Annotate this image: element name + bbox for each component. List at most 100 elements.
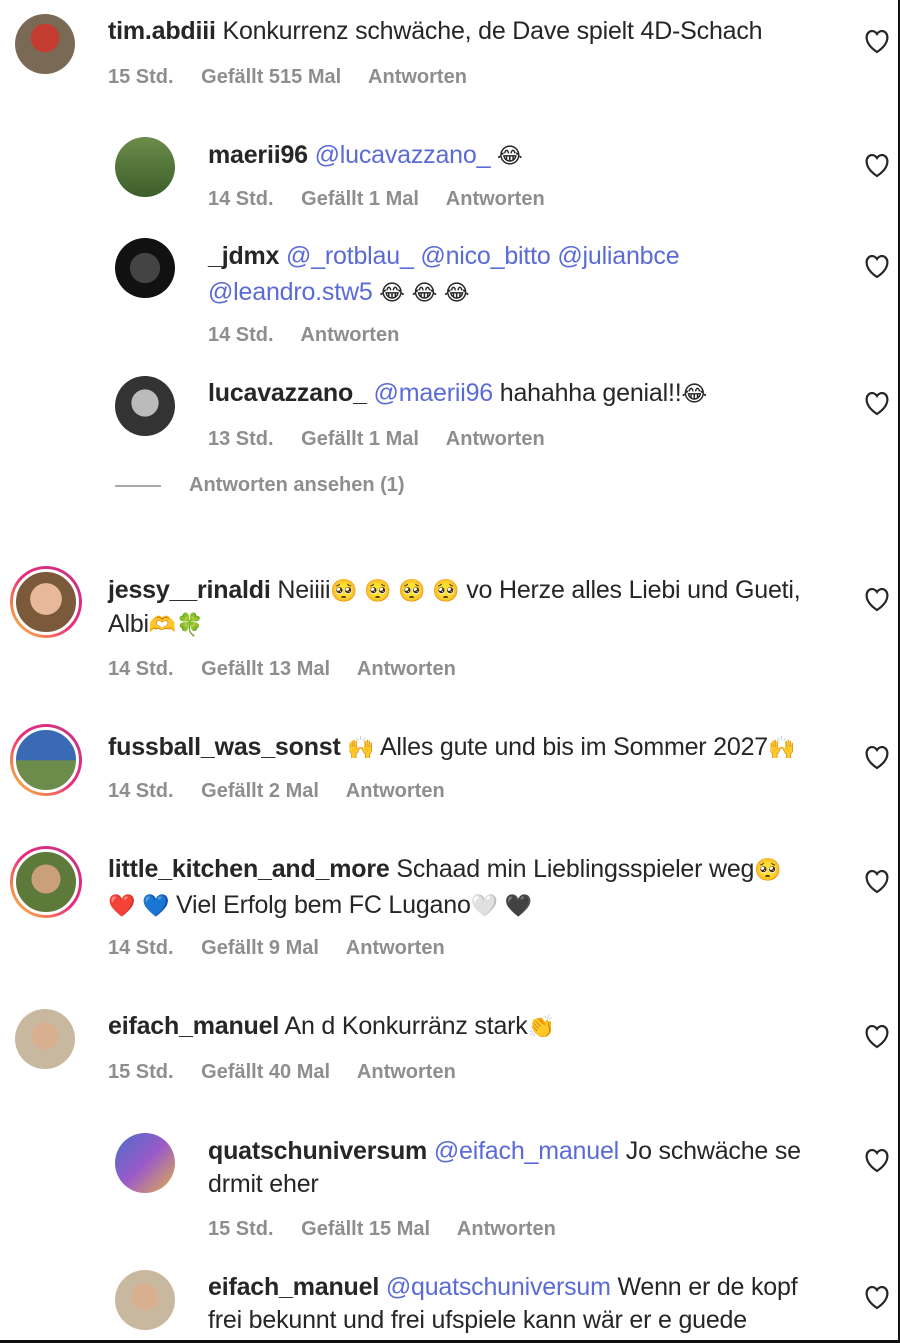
comment-meta: 15 Std. Gefällt 15 Mal Antworten	[208, 1218, 578, 1241]
comment-body: An d Konkurränz stark	[284, 1012, 528, 1040]
comment-likes[interactable]: Gefällt 2 Mal	[201, 780, 319, 802]
heart-outline-icon[interactable]	[864, 154, 890, 178]
reply-button[interactable]: Antworten	[446, 428, 545, 450]
avatar[interactable]	[10, 846, 82, 918]
comment-body: Albi	[108, 610, 149, 638]
emoji: 😂	[681, 382, 707, 407]
mention-link[interactable]: @quatschuniversum	[386, 1273, 611, 1301]
comment-body: frei bekunnt und frei ufspiele kann wär …	[208, 1306, 747, 1334]
comment-body: hahahha genial!!	[499, 379, 682, 407]
avatar-image	[13, 569, 79, 635]
reply-button[interactable]: Antworten	[300, 324, 399, 346]
comment-time: 14 Std.	[108, 780, 174, 802]
comment-body: vo Herze alles Liebi und Gueti,	[466, 576, 801, 604]
mention-link[interactable]: @lucavazzano_	[315, 141, 491, 169]
avatar[interactable]	[15, 1009, 75, 1069]
comment-text: eifach_manuel An d Konkurränz stark👏	[108, 1009, 555, 1045]
comment-username[interactable]: maerii96	[208, 141, 308, 169]
emoji: 🥺 🥺 🥺 🥺	[330, 579, 460, 604]
mention-link[interactable]: @_rotblau_ @nico_bitto @julianbce	[286, 242, 680, 270]
comment-meta: 14 Std. Gefällt 9 Mal Antworten	[108, 937, 467, 960]
comment-body: Schaad min Lieblingsspieler weg	[396, 855, 755, 883]
emoji: 🥺	[754, 858, 782, 883]
comment-text: eifach_manuel @quatschuniversum Wenn er …	[208, 1270, 798, 1305]
mention-link[interactable]: @maerii96	[374, 379, 494, 407]
comment-meta: 14 Std. Gefällt 2 Mal Antworten	[108, 780, 467, 803]
reply-button[interactable]: Antworten	[346, 780, 445, 802]
avatar[interactable]	[10, 724, 82, 796]
comment-body: Neiiii	[277, 576, 331, 604]
avatar[interactable]	[115, 238, 175, 298]
comment-likes[interactable]: Gefällt 1 Mal	[301, 428, 419, 450]
comment-username[interactable]: _jdmx	[208, 242, 279, 270]
reply-button[interactable]: Antworten	[357, 1061, 456, 1083]
avatar[interactable]	[115, 1133, 175, 1193]
comment-likes[interactable]: Gefällt 40 Mal	[201, 1061, 330, 1083]
emoji: 🤍 🖤	[470, 894, 532, 919]
heart-outline-icon[interactable]	[864, 588, 890, 612]
comment-text: quatschuniversum @eifach_manuel Jo schwä…	[208, 1134, 801, 1169]
comment-time: 14 Std.	[208, 188, 274, 210]
emoji: 🫶🍀	[148, 613, 204, 638]
comment-likes[interactable]: Gefällt 9 Mal	[201, 937, 319, 959]
reply-button[interactable]: Antworten	[368, 66, 467, 88]
comment-username[interactable]: quatschuniversum	[208, 1137, 427, 1165]
comment-time: 14 Std.	[208, 324, 274, 346]
comment-username[interactable]: eifach_manuel	[208, 1273, 379, 1301]
comment-meta: 15 Std. Gefällt 515 Mal Antworten	[108, 66, 489, 89]
reply-button[interactable]: Antworten	[357, 658, 456, 680]
mention-link[interactable]: @leandro.stw5	[208, 278, 373, 306]
comment-likes[interactable]: Gefällt 13 Mal	[201, 658, 330, 680]
comment-username[interactable]: fussball_was_sonst	[108, 733, 341, 761]
comment-username[interactable]: little_kitchen_and_more	[108, 855, 390, 883]
comment-username[interactable]: eifach_manuel	[108, 1012, 279, 1040]
heart-outline-icon[interactable]	[864, 30, 890, 54]
avatar[interactable]	[115, 1270, 175, 1330]
heart-outline-icon[interactable]	[864, 1149, 890, 1173]
heart-outline-icon[interactable]	[864, 746, 890, 770]
heart-outline-icon[interactable]	[864, 392, 890, 416]
comment-time: 15 Std.	[208, 1218, 274, 1240]
comment-text: jessy__rinaldi Neiiii🥺 🥺 🥺 🥺 vo Herze al…	[108, 573, 801, 609]
comment-text: little_kitchen_and_more Schaad min Liebl…	[108, 852, 782, 888]
reply-button[interactable]: Antworten	[457, 1218, 556, 1240]
reply-button[interactable]: Antworten	[446, 188, 545, 210]
avatar[interactable]	[115, 137, 175, 197]
avatar[interactable]	[115, 376, 175, 436]
heart-outline-icon[interactable]	[864, 870, 890, 894]
avatar[interactable]	[10, 566, 82, 638]
avatar-image	[13, 727, 79, 793]
comment-likes[interactable]: Gefällt 15 Mal	[301, 1218, 430, 1240]
comment-meta: 14 Std. Antworten	[208, 324, 421, 347]
heart-outline-icon[interactable]	[864, 1286, 890, 1310]
comment-meta: 14 Std. Gefällt 1 Mal Antworten	[208, 188, 567, 211]
comment-text-line2: frei bekunnt und frei ufspiele kann wär …	[208, 1303, 747, 1338]
emoji: ❤️ 💙	[108, 894, 170, 919]
comment-body: Wenn er de kopf	[617, 1273, 798, 1301]
comment-time: 15 Std.	[108, 66, 174, 88]
comment-meta: 13 Std. Gefällt 1 Mal Antworten	[208, 428, 567, 451]
comment-text: lucavazzano_ @maerii96 hahahha genial!!😂	[208, 376, 707, 412]
reply-button[interactable]: Antworten	[346, 937, 445, 959]
comment-meta: 15 Std. Gefällt 40 Mal Antworten	[108, 1061, 478, 1084]
heart-outline-icon[interactable]	[864, 1025, 890, 1049]
comment-text: fussball_was_sonst 🙌 Alles gute und bis …	[108, 730, 795, 766]
comment-username[interactable]: lucavazzano_	[208, 379, 367, 407]
comment-username[interactable]: jessy__rinaldi	[108, 576, 271, 604]
comment-body: drmit eher	[208, 1170, 319, 1198]
avatar-image	[13, 849, 79, 915]
comment-text-line2: Albi🫶🍀	[108, 607, 203, 643]
mention-link[interactable]: @eifach_manuel	[434, 1137, 619, 1165]
comment-username[interactable]: tim.abdiii	[108, 17, 216, 45]
comment-text-line2: ❤️ 💙 Viel Erfolg bem FC Lugano🤍 🖤	[108, 888, 532, 924]
comment-likes[interactable]: Gefällt 1 Mal	[301, 188, 419, 210]
heart-outline-icon[interactable]	[864, 255, 890, 279]
emoji: 😂	[497, 144, 523, 169]
view-replies-button[interactable]: Antworten ansehen (1)	[115, 474, 405, 497]
comment-body: Jo schwäche se	[625, 1137, 801, 1165]
avatar[interactable]	[15, 14, 75, 74]
comment-meta: 14 Std. Gefällt 13 Mal Antworten	[108, 658, 478, 681]
view-replies-label: Antworten ansehen (1)	[189, 474, 405, 496]
emoji: 🙌	[347, 736, 375, 761]
comment-likes[interactable]: Gefällt 515 Mal	[201, 66, 341, 88]
